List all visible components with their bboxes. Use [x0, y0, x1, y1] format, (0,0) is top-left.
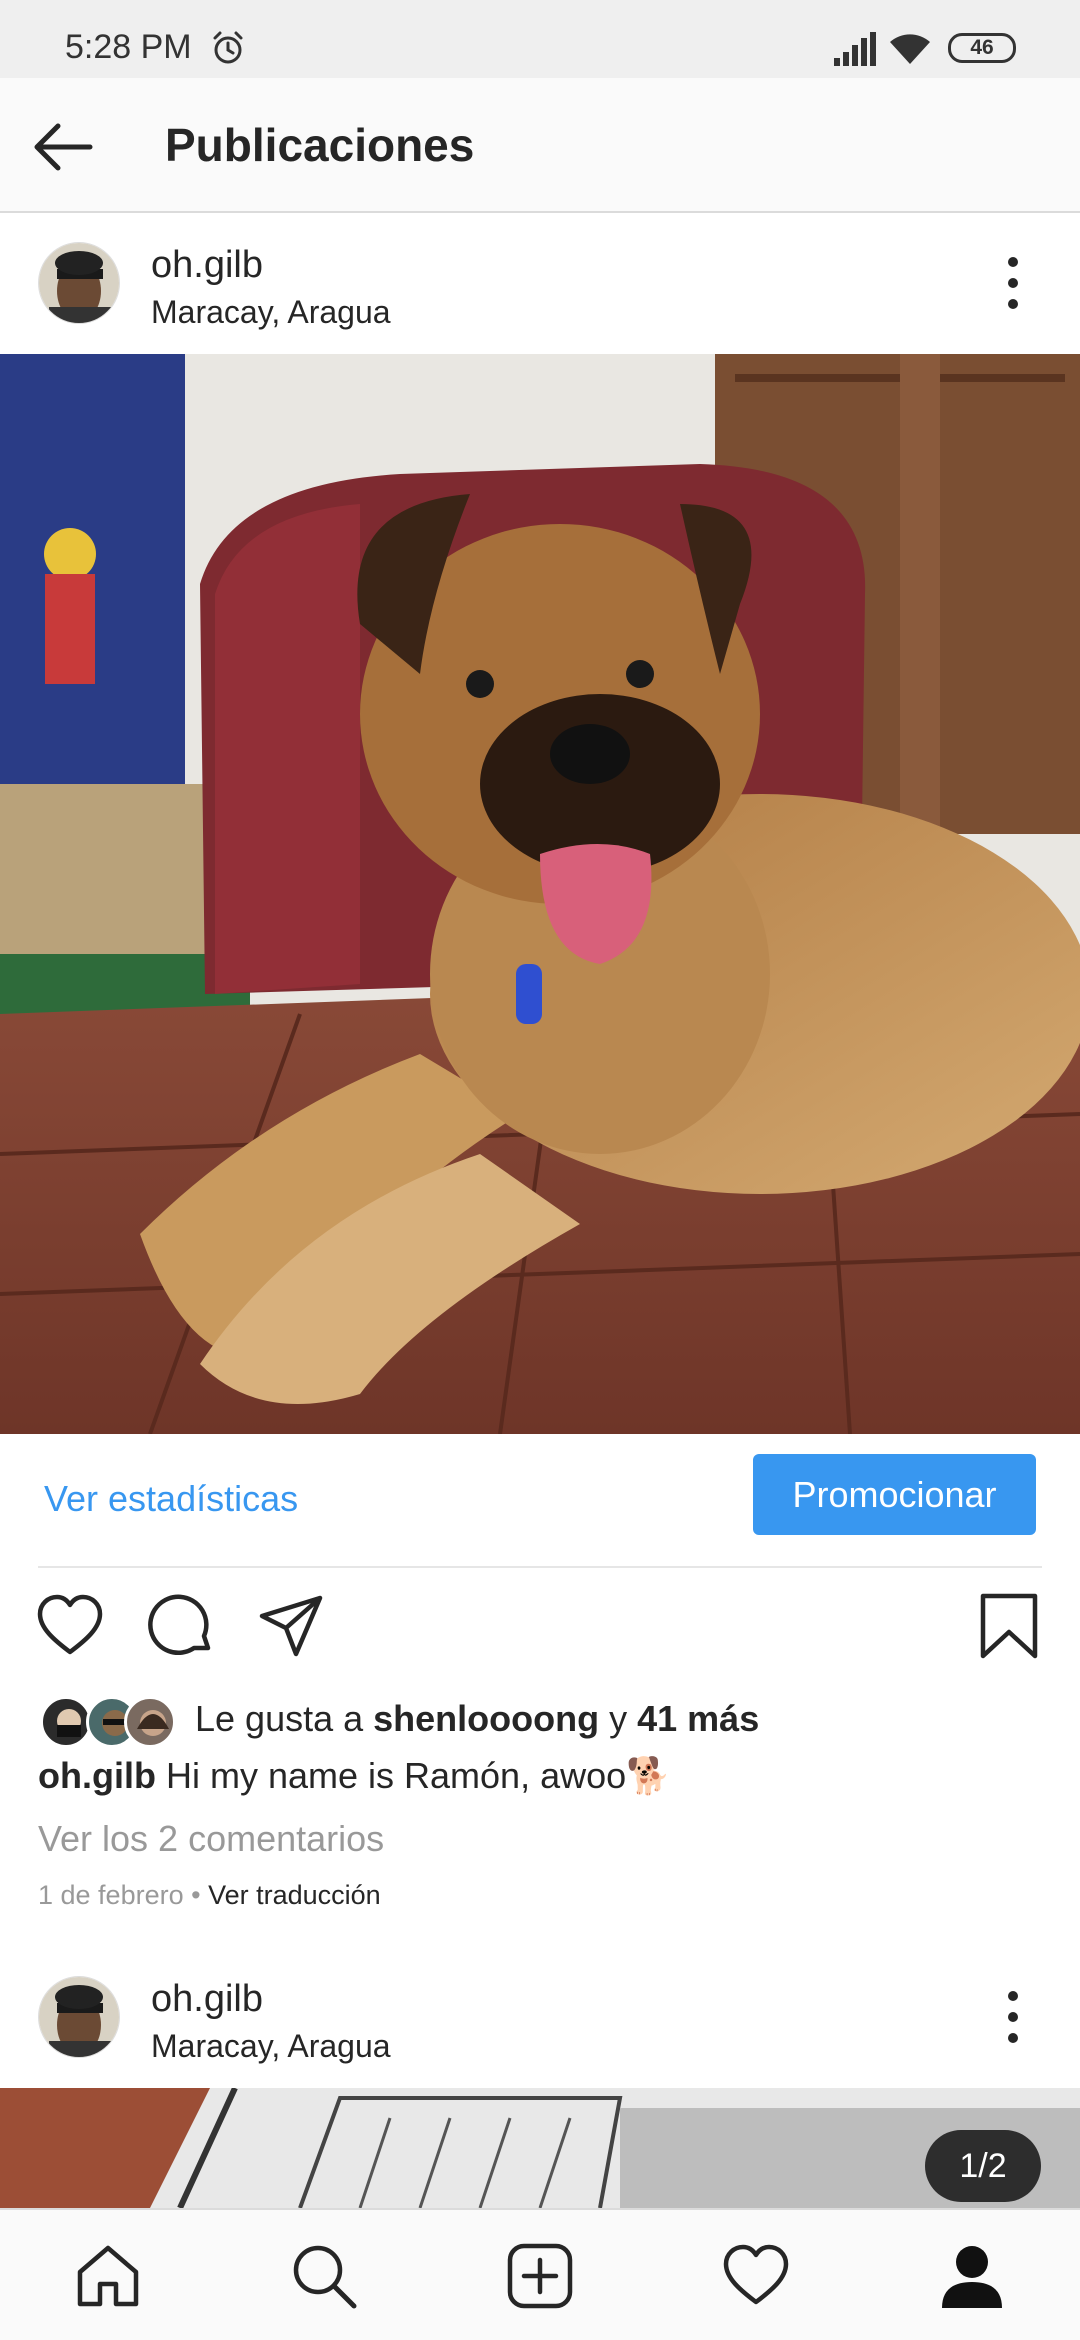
- comment-icon[interactable]: [146, 1590, 218, 1662]
- avatar[interactable]: [38, 1976, 120, 2058]
- divider: [38, 1566, 1042, 1568]
- arrow-left-icon[interactable]: [28, 112, 98, 182]
- promote-button[interactable]: Promocionar: [753, 1454, 1036, 1535]
- view-insights-link[interactable]: Ver estadísticas: [44, 1478, 298, 1520]
- bookmark-icon[interactable]: [973, 1590, 1045, 1662]
- app-header: Publicaciones: [0, 78, 1080, 213]
- caption-text: Hi my name is Ramón, awoo🐕: [155, 1755, 671, 1796]
- more-options-icon[interactable]: [990, 1984, 1036, 2050]
- post-username[interactable]: oh.gilb: [151, 1978, 263, 2021]
- new-post-icon[interactable]: [504, 2240, 576, 2312]
- post-date: 1 de febrero: [38, 1880, 184, 1910]
- likes-summary[interactable]: Le gusta a shenloooong y 41 más: [195, 1698, 759, 1740]
- profile-icon[interactable]: [936, 2240, 1008, 2312]
- avatar[interactable]: [38, 242, 120, 324]
- post-username[interactable]: oh.gilb: [151, 244, 263, 287]
- post-photo[interactable]: [0, 354, 1080, 1434]
- status-time: 5:28 PM: [65, 28, 192, 66]
- post-location[interactable]: Maracay, Aragua: [151, 294, 391, 331]
- likes-row[interactable]: Le gusta a shenloooong y 41 más: [0, 1690, 1080, 1750]
- likes-count[interactable]: 41 más: [637, 1698, 759, 1739]
- post-caption: oh.gilb Hi my name is Ramón, awoo🐕: [38, 1755, 671, 1797]
- battery-icon: 46: [948, 33, 1016, 63]
- view-comments-link[interactable]: Ver los 2 comentarios: [38, 1818, 384, 1860]
- liker-username[interactable]: shenloooong: [373, 1698, 599, 1739]
- search-icon[interactable]: [288, 2240, 360, 2312]
- alarm-icon: [213, 31, 243, 64]
- post-photo[interactable]: [0, 2088, 1080, 2208]
- meta-separator: •: [183, 1880, 209, 1910]
- likes-prefix: Le gusta a: [195, 1698, 374, 1739]
- caption-username[interactable]: oh.gilb: [38, 1755, 156, 1796]
- likes-middle: y: [599, 1698, 638, 1739]
- post-actions: [0, 1590, 1080, 1670]
- post-meta: 1 de febrero • Ver traducción: [38, 1880, 381, 1911]
- status-bar: 5:28 PM 46: [0, 0, 1080, 78]
- home-icon[interactable]: [72, 2240, 144, 2312]
- liker-avatar: [124, 1696, 176, 1748]
- like-heart-icon[interactable]: [34, 1590, 106, 1662]
- wifi-icon: [890, 34, 930, 64]
- carousel-counter: 1/2: [925, 2130, 1041, 2202]
- post-header: oh.gilb Maracay, Aragua: [0, 1948, 1080, 2088]
- post-location[interactable]: Maracay, Aragua: [151, 2028, 391, 2065]
- post-header: oh.gilb Maracay, Aragua: [0, 214, 1080, 354]
- liker-avatar: [40, 1696, 92, 1748]
- insights-bar: Ver estadísticas Promocionar: [0, 1434, 1080, 1566]
- page-title: Publicaciones: [165, 119, 475, 171]
- bottom-nav: [0, 2208, 1080, 2340]
- translate-link[interactable]: Ver traducción: [208, 1880, 381, 1910]
- share-send-icon[interactable]: [256, 1590, 328, 1662]
- activity-heart-icon[interactable]: [720, 2240, 792, 2312]
- signal-icon: [834, 32, 876, 66]
- more-options-icon[interactable]: [990, 250, 1036, 316]
